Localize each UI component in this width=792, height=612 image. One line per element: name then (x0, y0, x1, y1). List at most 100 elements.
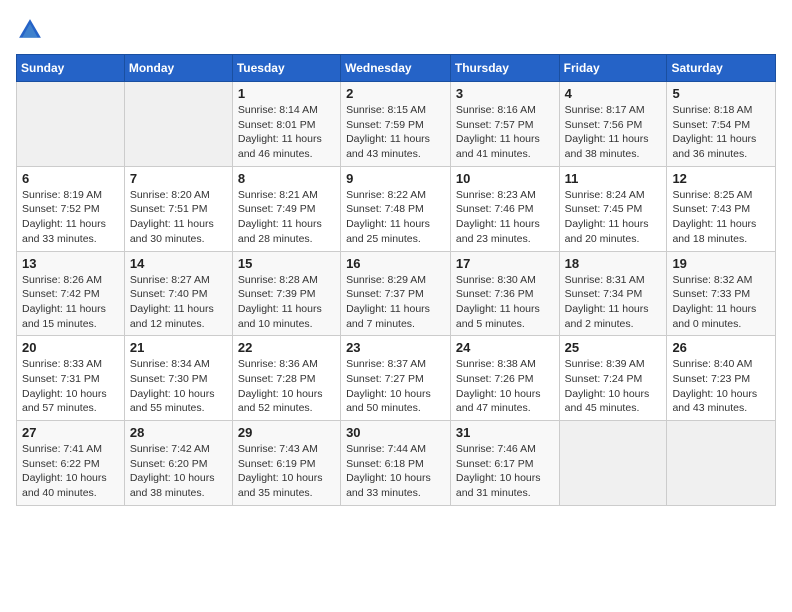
day-number: 23 (346, 340, 445, 355)
calendar-day-cell: 22 Sunrise: 8:36 AMSunset: 7:28 PMDayligh… (232, 336, 340, 421)
day-number: 24 (456, 340, 554, 355)
calendar-day-cell: 14 Sunrise: 8:27 AMSunset: 7:40 PMDayligh… (124, 251, 232, 336)
day-number: 5 (672, 86, 770, 101)
day-info: Sunrise: 8:17 AMSunset: 7:56 PMDaylight:… (565, 103, 662, 162)
calendar-week-row: 6Sunrise: 8:19 AMSunset: 7:52 PMDaylight… (17, 166, 776, 251)
day-number: 31 (456, 425, 554, 440)
day-info: Sunrise: 8:14 AMSunset: 8:01 PMDaylight:… (238, 103, 335, 162)
header-tuesday: Tuesday (232, 55, 340, 82)
day-info: Sunrise: 8:15 AMSunset: 7:59 PMDaylight:… (346, 103, 445, 162)
calendar-day-cell: 6Sunrise: 8:19 AMSunset: 7:52 PMDaylight… (17, 166, 125, 251)
day-number: 14 (130, 256, 227, 271)
day-info: Sunrise: 8:36 AMSunset: 7:28 PMDaylight:… (238, 357, 335, 416)
day-number: 28 (130, 425, 227, 440)
day-number: 29 (238, 425, 335, 440)
calendar-day-cell: 21 Sunrise: 8:34 AMSunset: 7:30 PMDayligh… (124, 336, 232, 421)
calendar-day-cell: 31 Sunrise: 7:46 AMSunset: 6:17 PMDayligh… (450, 421, 559, 506)
day-info: Sunrise: 8:19 AMSunset: 7:52 PMDaylight:… (22, 188, 119, 247)
day-info: Sunrise: 8:29 AMSunset: 7:37 PMDaylight:… (346, 273, 445, 332)
day-number: 13 (22, 256, 119, 271)
calendar-week-row: 20 Sunrise: 8:33 AMSunset: 7:31 PMDayligh… (17, 336, 776, 421)
day-number: 16 (346, 256, 445, 271)
calendar-day-cell: 10 Sunrise: 8:23 AMSunset: 7:46 PMDayligh… (450, 166, 559, 251)
calendar-week-row: 27 Sunrise: 7:41 AMSunset: 6:22 PMDayligh… (17, 421, 776, 506)
calendar-day-cell: 30Sunrise: 7:44 AMSunset: 6:18 PMDayligh… (341, 421, 451, 506)
day-number: 12 (672, 171, 770, 186)
calendar-day-cell: 2 Sunrise: 8:15 AMSunset: 7:59 PMDaylight… (341, 82, 451, 167)
day-number: 10 (456, 171, 554, 186)
day-info: Sunrise: 8:20 AMSunset: 7:51 PMDaylight:… (130, 188, 227, 247)
day-info: Sunrise: 8:27 AMSunset: 7:40 PMDaylight:… (130, 273, 227, 332)
day-info: Sunrise: 8:33 AMSunset: 7:31 PMDaylight:… (22, 357, 119, 416)
day-number: 3 (456, 86, 554, 101)
day-info: Sunrise: 7:42 AMSunset: 6:20 PMDaylight:… (130, 442, 227, 501)
day-number: 22 (238, 340, 335, 355)
calendar-day-cell: 5 Sunrise: 8:18 AMSunset: 7:54 PMDaylight… (667, 82, 776, 167)
day-number: 4 (565, 86, 662, 101)
day-info: Sunrise: 7:44 AMSunset: 6:18 PMDaylight:… (346, 442, 445, 501)
calendar-day-cell (667, 421, 776, 506)
day-number: 20 (22, 340, 119, 355)
day-number: 21 (130, 340, 227, 355)
header-wednesday: Wednesday (341, 55, 451, 82)
calendar-day-cell (559, 421, 667, 506)
day-info: Sunrise: 8:28 AMSunset: 7:39 PMDaylight:… (238, 273, 335, 332)
day-info: Sunrise: 8:40 AMSunset: 7:23 PMDaylight:… (672, 357, 770, 416)
calendar-day-cell: 27 Sunrise: 7:41 AMSunset: 6:22 PMDayligh… (17, 421, 125, 506)
calendar-day-cell: 3 Sunrise: 8:16 AMSunset: 7:57 PMDaylight… (450, 82, 559, 167)
day-number: 11 (565, 171, 662, 186)
header-monday: Monday (124, 55, 232, 82)
day-number: 26 (672, 340, 770, 355)
logo (16, 16, 48, 44)
calendar-day-cell: 26 Sunrise: 8:40 AMSunset: 7:23 PMDayligh… (667, 336, 776, 421)
calendar-day-cell: 20 Sunrise: 8:33 AMSunset: 7:31 PMDayligh… (17, 336, 125, 421)
day-number: 1 (238, 86, 335, 101)
day-info: Sunrise: 8:31 AMSunset: 7:34 PMDaylight:… (565, 273, 662, 332)
day-info: Sunrise: 8:38 AMSunset: 7:26 PMDaylight:… (456, 357, 554, 416)
calendar-day-cell: 17Sunrise: 8:30 AMSunset: 7:36 PMDayligh… (450, 251, 559, 336)
calendar-day-cell: 16 Sunrise: 8:29 AMSunset: 7:37 PMDayligh… (341, 251, 451, 336)
calendar-day-cell: 13Sunrise: 8:26 AMSunset: 7:42 PMDayligh… (17, 251, 125, 336)
day-info: Sunrise: 8:21 AMSunset: 7:49 PMDaylight:… (238, 188, 335, 247)
calendar-day-cell: 9 Sunrise: 8:22 AMSunset: 7:48 PMDaylight… (341, 166, 451, 251)
day-number: 17 (456, 256, 554, 271)
day-info: Sunrise: 8:32 AMSunset: 7:33 PMDaylight:… (672, 273, 770, 332)
calendar-day-cell: 4 Sunrise: 8:17 AMSunset: 7:56 PMDaylight… (559, 82, 667, 167)
calendar-day-cell: 1 Sunrise: 8:14 AMSunset: 8:01 PMDaylight… (232, 82, 340, 167)
calendar-day-cell: 25Sunrise: 8:39 AMSunset: 7:24 PMDayligh… (559, 336, 667, 421)
day-number: 8 (238, 171, 335, 186)
calendar-day-cell: 29 Sunrise: 7:43 AMSunset: 6:19 PMDayligh… (232, 421, 340, 506)
header-friday: Friday (559, 55, 667, 82)
calendar-day-cell: 23 Sunrise: 8:37 AMSunset: 7:27 PMDayligh… (341, 336, 451, 421)
day-info: Sunrise: 8:34 AMSunset: 7:30 PMDaylight:… (130, 357, 227, 416)
calendar-day-cell (17, 82, 125, 167)
calendar-day-cell: 15 Sunrise: 8:28 AMSunset: 7:39 PMDayligh… (232, 251, 340, 336)
day-number: 27 (22, 425, 119, 440)
page-header (16, 16, 776, 44)
header-sunday: Sunday (17, 55, 125, 82)
calendar-day-cell: 18 Sunrise: 8:31 AMSunset: 7:34 PMDayligh… (559, 251, 667, 336)
day-number: 7 (130, 171, 227, 186)
calendar-day-cell (124, 82, 232, 167)
header-saturday: Saturday (667, 55, 776, 82)
day-info: Sunrise: 8:22 AMSunset: 7:48 PMDaylight:… (346, 188, 445, 247)
day-info: Sunrise: 7:43 AMSunset: 6:19 PMDaylight:… (238, 442, 335, 501)
day-number: 15 (238, 256, 335, 271)
day-info: Sunrise: 8:16 AMSunset: 7:57 PMDaylight:… (456, 103, 554, 162)
day-number: 18 (565, 256, 662, 271)
day-number: 2 (346, 86, 445, 101)
day-info: Sunrise: 8:23 AMSunset: 7:46 PMDaylight:… (456, 188, 554, 247)
day-info: Sunrise: 7:41 AMSunset: 6:22 PMDaylight:… (22, 442, 119, 501)
calendar-week-row: 13Sunrise: 8:26 AMSunset: 7:42 PMDayligh… (17, 251, 776, 336)
day-number: 9 (346, 171, 445, 186)
day-number: 25 (565, 340, 662, 355)
day-info: Sunrise: 7:46 AMSunset: 6:17 PMDaylight:… (456, 442, 554, 501)
day-info: Sunrise: 8:24 AMSunset: 7:45 PMDaylight:… (565, 188, 662, 247)
day-info: Sunrise: 8:25 AMSunset: 7:43 PMDaylight:… (672, 188, 770, 247)
calendar-header-row: SundayMondayTuesdayWednesdayThursdayFrid… (17, 55, 776, 82)
calendar-day-cell: 24 Sunrise: 8:38 AMSunset: 7:26 PMDayligh… (450, 336, 559, 421)
calendar-day-cell: 7 Sunrise: 8:20 AMSunset: 7:51 PMDaylight… (124, 166, 232, 251)
day-info: Sunrise: 8:18 AMSunset: 7:54 PMDaylight:… (672, 103, 770, 162)
calendar-day-cell: 19Sunrise: 8:32 AMSunset: 7:33 PMDayligh… (667, 251, 776, 336)
day-info: Sunrise: 8:37 AMSunset: 7:27 PMDaylight:… (346, 357, 445, 416)
